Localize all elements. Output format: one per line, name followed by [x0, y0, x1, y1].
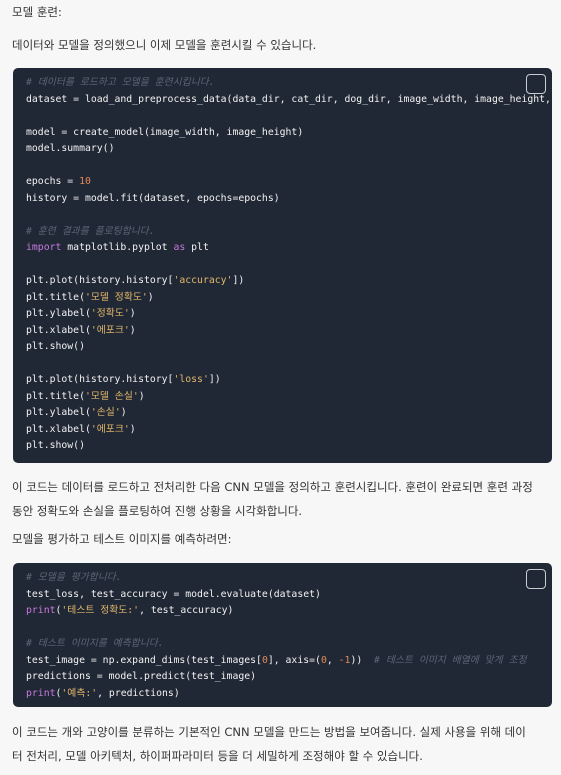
code-token: , predictions) — [97, 687, 180, 699]
code-token: print — [26, 605, 56, 616]
code-line: plt.ylabel('손실') — [26, 405, 552, 422]
code-token: '모델 손실' — [84, 390, 139, 402]
code-token: '에포크' — [90, 324, 130, 336]
code-token: '테스트 정확도:' — [61, 605, 140, 616]
section-heading: 모델 훈련: — [12, 5, 62, 19]
code-token: , test_accuracy) — [139, 605, 234, 616]
code-token: 'loss' — [173, 374, 209, 385]
code-line: print('테스트 정확도:', test_accuracy) — [26, 603, 552, 620]
code-token: model = create_model(image_width, image_… — [26, 126, 304, 138]
code-line: model.summary() — [26, 141, 552, 158]
code-token: '예측:' — [61, 687, 98, 699]
code-line: test_image = np.expand_dims(test_images[… — [26, 653, 552, 670]
code-line: epochs = 10 — [26, 174, 552, 191]
code-block-evaluation: # 모델을 평가합니다. test_loss, test_accuracy = m… — [13, 563, 552, 707]
code-token: plt.show() — [26, 341, 85, 352]
code-token: ], axis=( — [267, 654, 321, 666]
code-token: ) — [129, 423, 136, 435]
code-content: # 데이터를 로드하고 모델을 훈련시킵니다. dataset = load_an… — [13, 68, 552, 455]
code-line: plt.xlabel('에포크') — [26, 323, 552, 340]
code-line: plt.xlabel('에포크') — [26, 422, 552, 439]
code-block-training: # 데이터를 로드하고 모델을 훈련시킵니다. dataset = load_an… — [13, 68, 552, 463]
code-token: '정확도' — [90, 308, 130, 319]
code-token: # 테스트 이미지 배열에 맞게 조정 — [374, 654, 527, 666]
code-line: dataset = load_and_preprocess_data(data_… — [26, 92, 552, 109]
code-line: print('예측:', predictions) — [26, 686, 552, 703]
code-token: ]) — [208, 374, 221, 385]
code-token: ) — [129, 308, 136, 319]
code-token: # 테스트 이미지를 예측합니다. — [26, 638, 164, 649]
code-token: )) — [350, 654, 375, 666]
code-token: matplotlib.pyplot — [61, 242, 174, 253]
code-token: ) — [120, 407, 127, 418]
code-line: history = model.fit(dataset, epochs=epoc… — [26, 191, 552, 208]
code-line: # 데이터를 로드하고 모델을 훈련시킵니다. — [26, 75, 552, 92]
code-token: as — [173, 242, 186, 253]
code-token: plt.title( — [26, 390, 85, 402]
code-line: test_loss, test_accuracy = model.evaluat… — [26, 587, 552, 604]
code-token: ) — [129, 324, 136, 336]
code-token: import — [26, 242, 62, 253]
code-content: # 모델을 평가합니다. test_loss, test_accuracy = m… — [13, 563, 552, 702]
code-token: plt.ylabel( — [26, 407, 91, 418]
code-line: # 훈련 결과를 플로팅합니다. — [26, 224, 552, 241]
copy-icon[interactable] — [526, 569, 546, 589]
code-token: '모델 정확도' — [84, 291, 148, 303]
code-token: plt.xlabel( — [26, 324, 91, 336]
chat-response: 모델 훈련: 데이터와 모델을 정의했으니 이제 모델을 훈련시킬 수 있습니다… — [0, 0, 561, 775]
code-token: history = model.fit(dataset, epochs=epoc… — [26, 192, 280, 204]
code-token: model.summary() — [26, 143, 115, 154]
summary-text: 이 코드는 개와 고양이를 분류하는 기본적인 CNN 모델을 만드는 방법을 … — [12, 725, 526, 763]
code-line: model = create_model(image_width, image_… — [26, 125, 552, 142]
code-token: plt — [185, 242, 209, 253]
eval-intro-text: 모델을 평가하고 테스트 이미지를 예측하려면: — [12, 532, 232, 546]
code-token: plt.title( — [26, 291, 85, 303]
copy-icon[interactable] — [526, 74, 546, 94]
code-token: ]) — [232, 275, 245, 286]
code-line: # 테스트 이미지를 예측합니다. — [26, 636, 552, 653]
code-token: '손실' — [90, 407, 121, 418]
code-token: # 데이터를 로드하고 모델을 훈련시킵니다. — [26, 77, 215, 88]
code-token: test_loss, test_accuracy = model.evaluat… — [26, 588, 321, 600]
code-line: plt.ylabel('정확도') — [26, 306, 552, 323]
description-text: 이 코드는 데이터를 로드하고 전처리한 다음 CNN 모델을 정의하고 훈련시… — [12, 480, 533, 518]
code-token: # 훈련 결과를 플로팅합니다. — [26, 225, 155, 237]
code-token: plt.xlabel( — [26, 423, 91, 435]
code-line: plt.plot(history.history['accuracy']) — [26, 273, 552, 290]
code-token: # 모델을 평가합니다. — [26, 572, 122, 583]
code-token: print — [26, 687, 56, 699]
code-token: plt.ylabel( — [26, 308, 91, 319]
code-token: , — [326, 654, 339, 666]
code-token: -1 — [338, 654, 351, 666]
code-line: predictions = model.predict(test_image) — [26, 669, 552, 686]
code-line: plt.title('모델 손실') — [26, 389, 552, 406]
code-token: test_image = np.expand_dims(test_images[ — [26, 654, 262, 666]
code-line: plt.title('모델 정확도') — [26, 290, 552, 307]
code-token: '에포크' — [90, 423, 130, 435]
code-token: ) — [138, 390, 145, 402]
code-line: plt.plot(history.history['loss']) — [26, 372, 552, 389]
code-line: import matplotlib.pyplot as plt — [26, 240, 552, 257]
code-token: ) — [147, 291, 154, 303]
code-token: plt.show() — [26, 440, 85, 451]
code-line: plt.show() — [26, 339, 552, 356]
code-token: predictions = model.predict(test_image) — [26, 671, 257, 682]
intro-text: 데이터와 모델을 정의했으니 이제 모델을 훈련시킬 수 있습니다. — [12, 38, 317, 52]
code-token: 'accuracy' — [173, 275, 233, 286]
code-line: plt.show() — [26, 438, 552, 455]
code-token: plt.plot(history.history[ — [26, 374, 174, 385]
code-token: dataset = load_and_preprocess_data(data_… — [26, 93, 551, 105]
code-line: # 모델을 평가합니다. — [26, 570, 552, 587]
code-token: plt.plot(history.history[ — [26, 275, 174, 286]
code-token: epochs = — [26, 176, 80, 187]
code-token: 10 — [79, 176, 91, 187]
